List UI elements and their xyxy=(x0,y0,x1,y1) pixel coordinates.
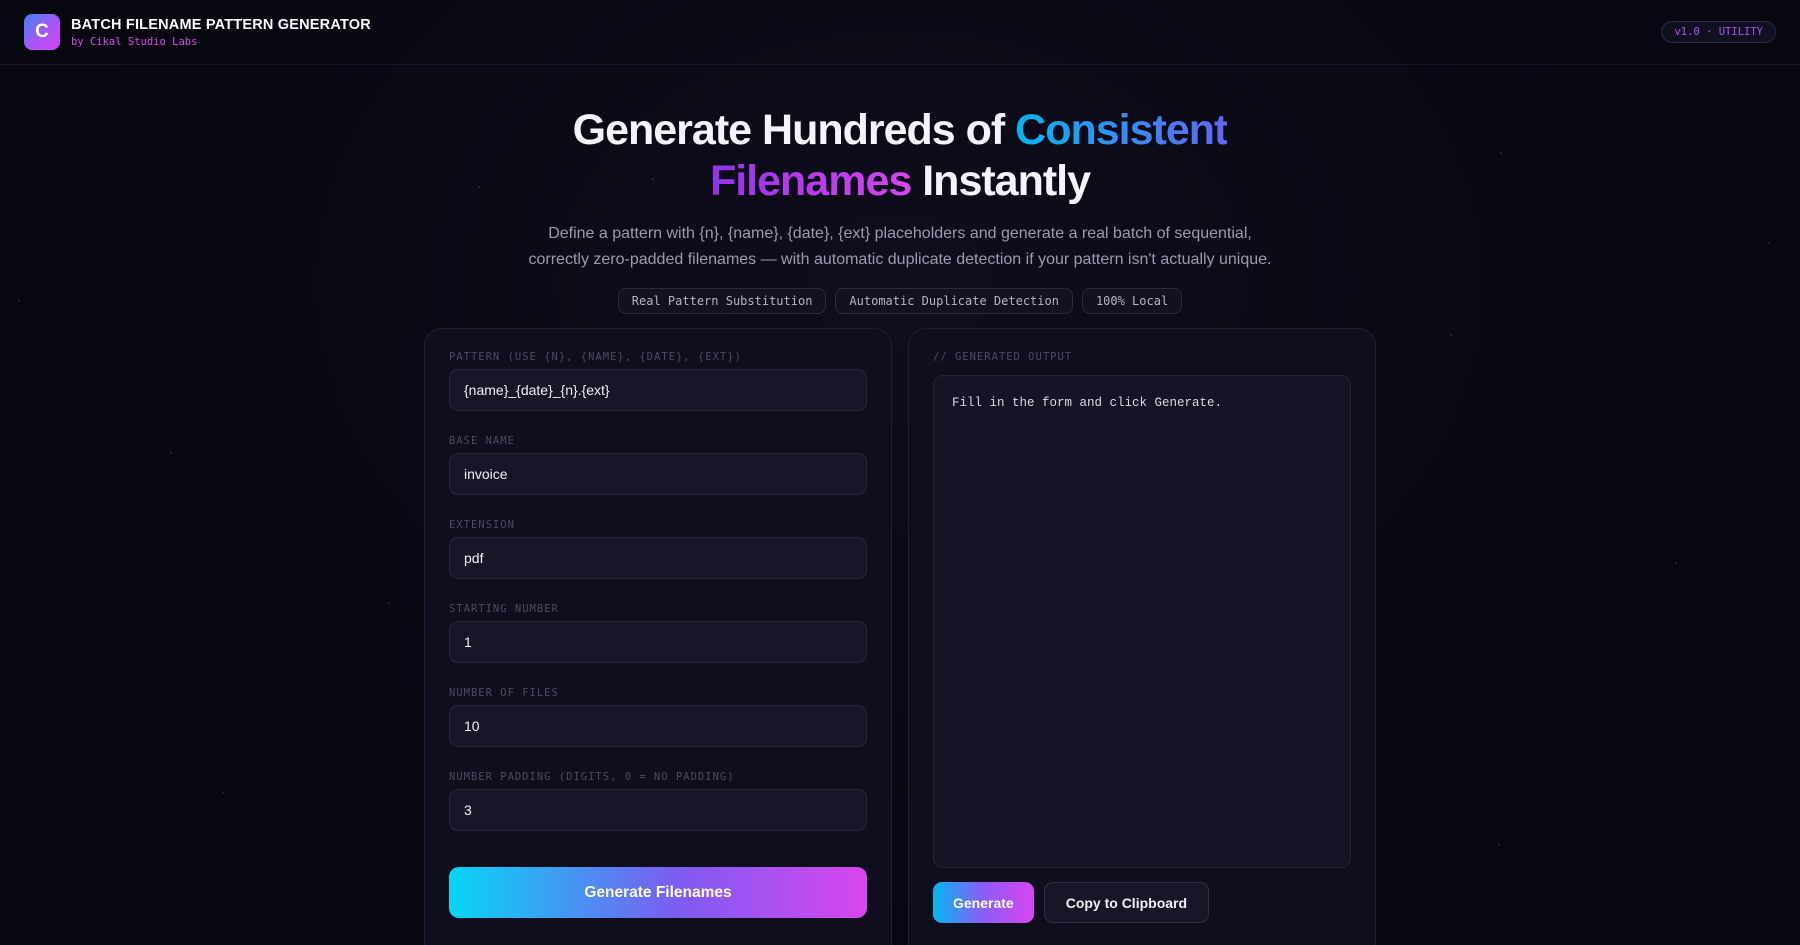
form-field-base-name: Base Name xyxy=(449,435,867,495)
star-decoration xyxy=(222,792,224,794)
logo-letter: C xyxy=(35,21,49,42)
hero-title-part1: Generate Hundreds of xyxy=(572,106,1016,154)
feature-chips: Real Pattern Substitution Automatic Dupl… xyxy=(0,288,1800,314)
feature-chip: 100% Local xyxy=(1081,288,1183,314)
output-actions: Generate Copy to Clipboard xyxy=(933,882,1351,923)
star-decoration xyxy=(1675,562,1677,564)
padding-input[interactable] xyxy=(449,789,867,831)
generate-filenames-button[interactable]: Generate Filenames xyxy=(449,867,867,918)
star-decoration xyxy=(170,452,172,454)
field-label: Number Padding (digits, 0 = no padding) xyxy=(449,771,735,783)
hero-title-highlight1: Consistent xyxy=(1015,106,1228,154)
number-of-files-input[interactable] xyxy=(449,705,867,747)
output-label: // Generated Output xyxy=(933,351,1073,363)
app-logo-icon: C xyxy=(24,14,60,50)
copy-to-clipboard-button[interactable]: Copy to Clipboard xyxy=(1043,882,1210,923)
hero-title-highlight2: Filenames xyxy=(709,157,912,205)
star-decoration xyxy=(388,602,390,604)
field-label: Base Name xyxy=(449,435,515,447)
hero-description: Define a pattern with {n}, {name}, {date… xyxy=(528,225,1272,268)
star-decoration xyxy=(1450,334,1452,336)
field-label: Pattern (use {n}, {name}, {date}, {ext}) xyxy=(449,351,742,363)
app-title: BATCH FILENAME PATTERN GENERATOR xyxy=(71,16,371,33)
app-subtitle: by Cikal Studio Labs xyxy=(71,35,198,48)
base-name-input[interactable] xyxy=(449,453,867,495)
form-field-extension: Extension xyxy=(449,519,867,579)
form-field-pattern: Pattern (use {n}, {name}, {date}, {ext}) xyxy=(449,351,867,411)
hero-title-part2: Instantly xyxy=(911,157,1091,205)
output-panel: // Generated Output Fill in the form and… xyxy=(908,328,1376,945)
field-label: Number of Files xyxy=(449,687,559,699)
field-label: Starting Number xyxy=(449,603,559,615)
form-field-padding: Number Padding (digits, 0 = no padding) xyxy=(449,771,867,831)
generate-button[interactable]: Generate xyxy=(933,882,1034,923)
brand: BATCH FILENAME PATTERN GENERATOR by Cika… xyxy=(71,17,371,48)
feature-chip: Automatic Duplicate Detection xyxy=(835,288,1073,314)
feature-chip: Real Pattern Substitution xyxy=(617,288,827,314)
field-label: Extension xyxy=(449,519,515,531)
hero-section: Generate Hundreds of Consistent Filename… xyxy=(0,105,1800,314)
form-field-number-of-files: Number of Files xyxy=(449,687,867,747)
pattern-form-panel: Pattern (use {n}, {name}, {date}, {ext})… xyxy=(424,328,892,945)
hero-title: Generate Hundreds of Consistent Filename… xyxy=(0,105,1800,207)
generated-output-box[interactable]: Fill in the form and click Generate. xyxy=(933,375,1351,868)
app-header: C BATCH FILENAME PATTERN GENERATOR by Ci… xyxy=(0,0,1800,65)
extension-input[interactable] xyxy=(449,537,867,579)
version-badge: v1.0 · UTILITY xyxy=(1661,21,1776,43)
pattern-input[interactable] xyxy=(449,369,867,411)
form-field-starting-number: Starting Number xyxy=(449,603,867,663)
starting-number-input[interactable] xyxy=(449,621,867,663)
star-decoration xyxy=(1498,844,1500,846)
output-placeholder-text: Fill in the form and click Generate. xyxy=(952,396,1223,410)
